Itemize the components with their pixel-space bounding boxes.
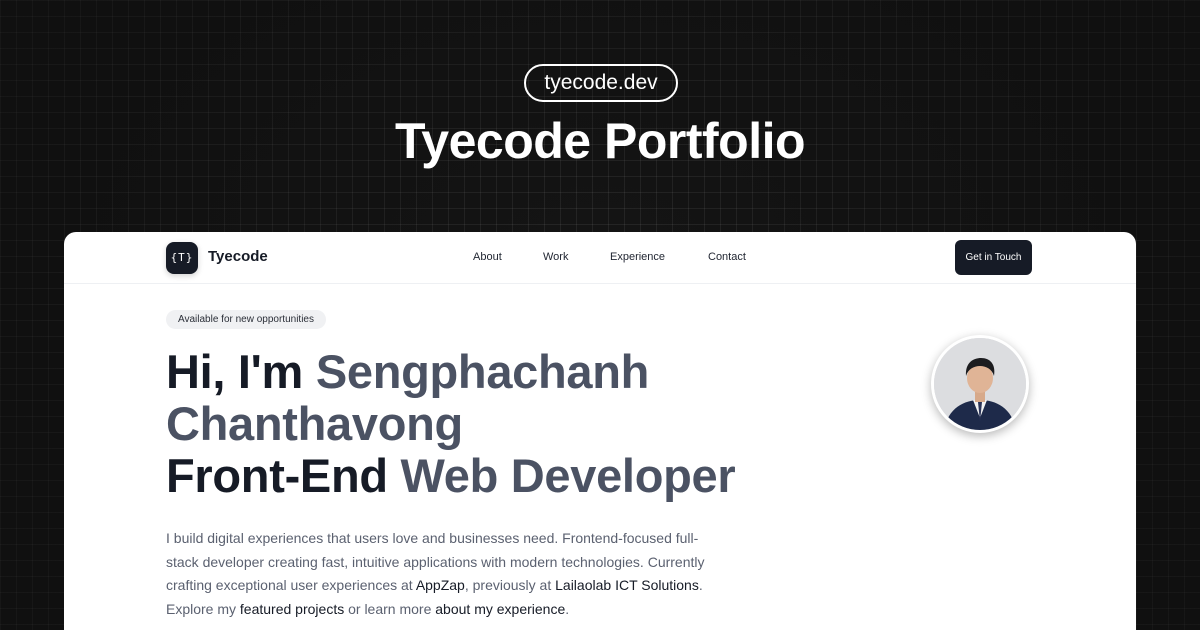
avatar bbox=[931, 335, 1029, 433]
intro-paragraph: I build digital experiences that users l… bbox=[166, 527, 706, 621]
domain-pill: tyecode.dev bbox=[524, 64, 678, 102]
intro-text-5: . bbox=[565, 600, 570, 617]
role-soft: Web Developer bbox=[387, 449, 736, 502]
site-preview-card: {T} Tyecode About Work Experience Contac… bbox=[64, 232, 1136, 630]
company-lailaolab-link[interactable]: Lailaolab ICT Solutions bbox=[555, 577, 699, 593]
nav-link-experience[interactable]: Experience bbox=[610, 251, 665, 263]
get-in-touch-button[interactable]: Get in Touch bbox=[955, 240, 1032, 275]
company-appzap-link[interactable]: AppZap bbox=[416, 577, 465, 593]
nav-link-contact[interactable]: Contact bbox=[708, 251, 746, 263]
hero-headline: Hi, I'm Sengphachanh Chanthavong Front-E… bbox=[166, 346, 736, 502]
logo-icon[interactable]: {T} bbox=[166, 242, 198, 274]
profile-photo-icon bbox=[934, 338, 1026, 430]
intro-text-4: or learn more bbox=[344, 600, 436, 617]
first-name: Sengphachanh bbox=[315, 345, 650, 398]
last-name: Chanthavong bbox=[166, 397, 463, 450]
greeting: Hi, I'm bbox=[166, 345, 316, 398]
nav-link-work[interactable]: Work bbox=[543, 251, 568, 263]
about-experience-link[interactable]: about my experience bbox=[435, 601, 565, 617]
headline-line-3: Front-End Web Developer bbox=[166, 449, 736, 502]
nav-link-about[interactable]: About bbox=[473, 251, 502, 263]
featured-projects-link[interactable]: featured projects bbox=[240, 601, 344, 617]
brand-name[interactable]: Tyecode bbox=[208, 248, 268, 265]
top-nav: {T} Tyecode About Work Experience Contac… bbox=[64, 232, 1136, 284]
banner-title: Tyecode Portfolio bbox=[394, 113, 806, 169]
role-strong: Front-End bbox=[166, 449, 388, 502]
intro-text-2: , previously at bbox=[464, 577, 556, 593]
availability-badge: Available for new opportunities bbox=[166, 310, 326, 329]
headline-line-1: Hi, I'm Sengphachanh bbox=[166, 346, 735, 398]
